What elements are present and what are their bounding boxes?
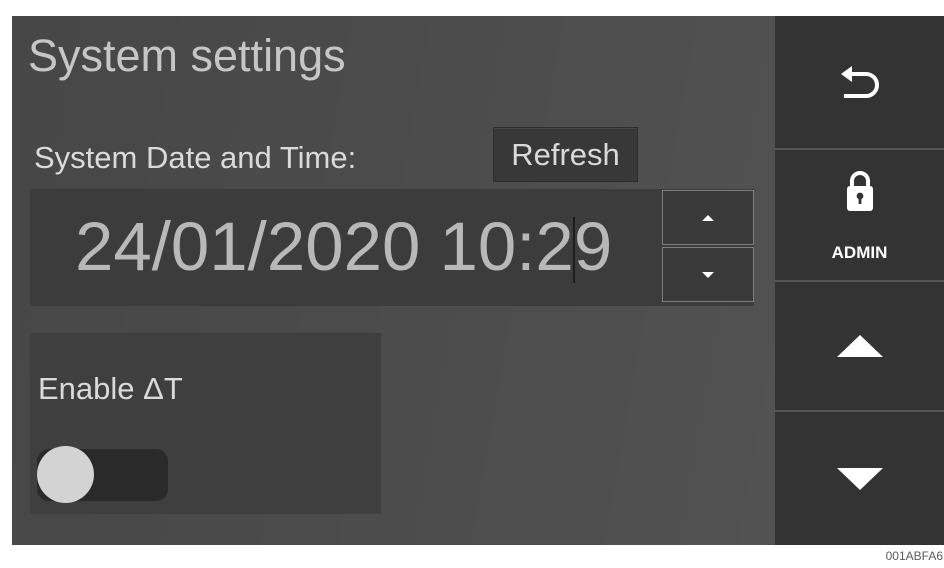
scroll-down-button[interactable] xyxy=(775,410,944,545)
sidebar: ADMIN xyxy=(775,16,944,545)
triangle-down-icon xyxy=(836,467,883,490)
enable-delta-t-card: Enable ΔT xyxy=(30,333,381,514)
datetime-field[interactable]: 24/01/2020 10:29 xyxy=(30,189,662,306)
enable-delta-t-toggle[interactable] xyxy=(37,446,168,503)
datetime-label: System Date and Time: xyxy=(34,140,357,175)
device-screen: System settings System Date and Time: Re… xyxy=(12,16,944,545)
increment-button[interactable] xyxy=(662,190,754,245)
datetime-stepper xyxy=(662,189,754,306)
settings-panel: System settings System Date and Time: Re… xyxy=(12,16,775,545)
admin-label: ADMIN xyxy=(831,242,888,262)
lock-icon xyxy=(846,170,873,211)
caret-down-icon xyxy=(702,271,714,278)
figure-code: 001ABFA6 xyxy=(885,549,943,563)
datetime-control: 24/01/2020 10:29 xyxy=(30,189,754,306)
datetime-value: 24/01/2020 10:29 xyxy=(75,207,613,285)
scroll-up-button[interactable] xyxy=(775,280,944,410)
back-button[interactable] xyxy=(775,16,944,148)
decrement-button[interactable] xyxy=(662,247,754,302)
page-title: System settings xyxy=(28,30,346,81)
enable-delta-t-label: Enable ΔT xyxy=(38,371,183,406)
page: System settings System Date and Time: Re… xyxy=(0,0,944,568)
refresh-button[interactable]: Refresh xyxy=(493,127,638,182)
toggle-knob xyxy=(37,446,94,503)
admin-button[interactable]: ADMIN xyxy=(775,148,944,280)
triangle-up-icon xyxy=(836,335,883,357)
back-arrow-icon xyxy=(840,66,879,98)
caret-up-icon xyxy=(702,214,714,221)
text-caret xyxy=(572,217,575,284)
